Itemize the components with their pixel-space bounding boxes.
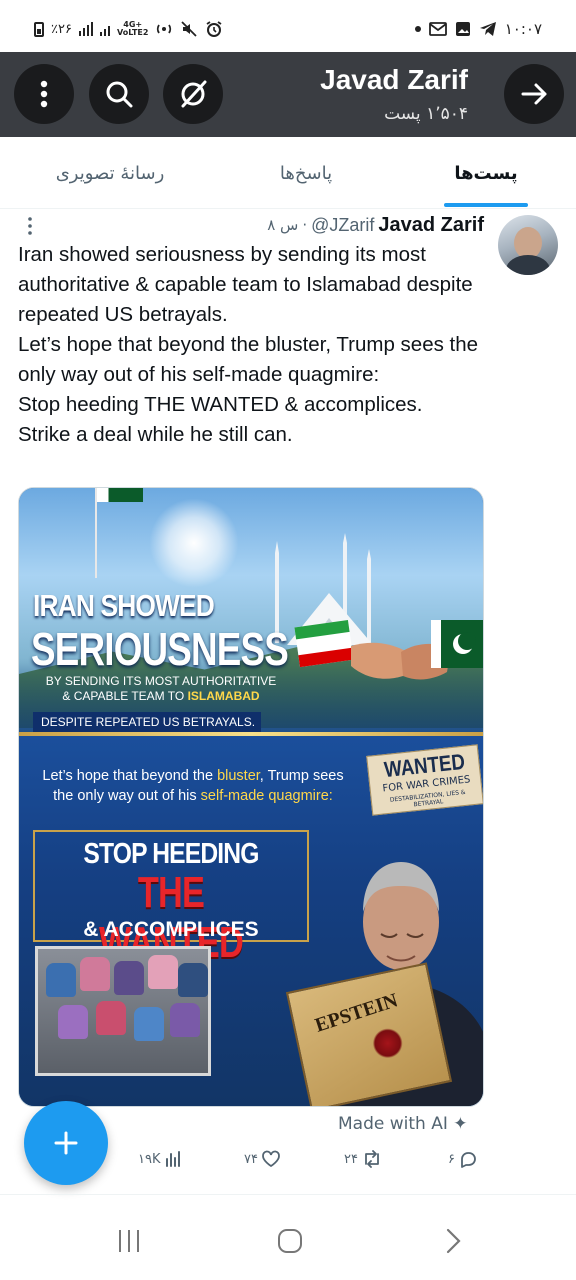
views-count: ۱۹K xyxy=(138,1151,161,1167)
more-vertical-icon xyxy=(40,80,48,108)
image-headline-2: SERIOUSNESS xyxy=(31,623,289,675)
post-time[interactable]: ۸ س xyxy=(267,216,298,234)
status-right: ۱۰:۰۷ xyxy=(414,20,542,38)
folder-stain xyxy=(369,1025,406,1062)
mute-icon xyxy=(181,21,198,37)
handshake-illustration xyxy=(294,620,483,680)
repost-button[interactable]: ۲۴ xyxy=(344,1150,383,1168)
post-more-icon[interactable] xyxy=(27,216,33,236)
heart-icon xyxy=(262,1150,280,1168)
signal-icon xyxy=(78,22,93,36)
backpack xyxy=(46,963,76,997)
search-button[interactable] xyxy=(89,64,149,124)
back-button[interactable] xyxy=(504,64,564,124)
battery-percent: ٪۲۶ xyxy=(51,21,72,37)
backpack xyxy=(114,961,144,995)
post-meta: ۸ س · @JZarif Javad Zarif xyxy=(267,210,484,240)
battery-icon xyxy=(34,21,44,37)
avatar[interactable] xyxy=(498,215,558,275)
backpack xyxy=(134,1007,164,1041)
backpack xyxy=(58,1005,88,1039)
like-button[interactable]: ۷۴ xyxy=(244,1150,281,1168)
telegram-icon xyxy=(479,22,496,36)
post-image[interactable]: IRAN SHOWED SERIOUSNESS BY SENDING ITS M… xyxy=(18,487,484,1107)
image-hope-quagmire: self-made quagmire: xyxy=(200,788,333,804)
made-with-ai-label[interactable]: Made with AI ✦ xyxy=(338,1114,468,1134)
gmail-icon xyxy=(428,22,447,36)
stop-box: STOP HEEDING THE WANTED & ACCOMPLICES xyxy=(33,830,309,967)
alarm-icon xyxy=(206,21,222,37)
author-name[interactable]: Javad Zarif xyxy=(378,214,484,237)
plus-icon xyxy=(54,1131,78,1155)
arrow-right-icon xyxy=(521,83,547,105)
active-tab-indicator xyxy=(444,203,528,207)
status-left: ٪۲۶ 4G+ VoLTE2 xyxy=(34,20,223,38)
image-hope-text: Let’s hope that beyond the bluster, Trum… xyxy=(33,766,353,806)
backpacks-photo xyxy=(35,946,211,1076)
status-bar: ٪۲۶ 4G+ VoLTE2 ۱۰:۰۷ xyxy=(0,0,576,52)
ai-label-text: Made with AI xyxy=(338,1114,448,1134)
home-icon[interactable] xyxy=(277,1226,303,1256)
tab-posts[interactable]: پست‌ها xyxy=(416,137,556,209)
post-count: ۱٬۵۰۴ پست xyxy=(384,104,468,124)
views-icon xyxy=(165,1151,180,1167)
back-nav-icon[interactable] xyxy=(440,1226,466,1256)
image-accomplices-text: & ACCOMPLICES xyxy=(83,918,259,941)
image-headline-1: IRAN SHOWED xyxy=(33,588,215,623)
system-nav-bar xyxy=(0,1210,576,1280)
image-hope-bluster: bluster xyxy=(217,768,260,784)
image-sun xyxy=(149,498,239,588)
tab-replies[interactable]: پاسخ‌ها xyxy=(236,137,376,209)
reply-button[interactable]: ۶ xyxy=(448,1150,478,1168)
signal-icon-2 xyxy=(99,22,110,36)
image-despite-text: DESPITE REPEATED US BETRAYALS. xyxy=(33,712,261,732)
image-hope-a: Let’s hope that beyond the xyxy=(42,768,218,784)
profile-name: Javad Zarif xyxy=(320,64,468,95)
pakistan-flag-icon xyxy=(97,488,143,502)
replies-count: ۶ xyxy=(448,1151,455,1167)
gallery-icon xyxy=(455,22,470,36)
backpack xyxy=(80,957,110,991)
profile-tabs: پست‌ها پاسخ‌ها رسانهٔ تصویری xyxy=(0,137,576,209)
backpack xyxy=(148,955,178,989)
sparkle-icon: ✦ xyxy=(453,1114,468,1134)
image-stop-text: STOP HEEDING xyxy=(83,838,259,870)
backpack xyxy=(178,963,208,997)
wanted-poster: WANTED FOR WAR CRIMES DESTABILIZATION, L… xyxy=(366,744,483,816)
recent-apps-icon[interactable] xyxy=(116,1226,142,1256)
bottom-divider xyxy=(0,1194,576,1195)
views-button[interactable]: ۱۹K xyxy=(138,1150,182,1168)
grok-icon xyxy=(181,80,207,108)
author-handle[interactable]: @JZarif xyxy=(311,215,374,236)
meta-separator: · xyxy=(302,216,308,234)
notification-dot-icon xyxy=(414,26,421,32)
tab-media[interactable]: رسانهٔ تصویری xyxy=(30,137,190,209)
post-text: Iran showed seriousness by sending its m… xyxy=(18,243,479,446)
search-icon xyxy=(106,81,133,108)
backpack xyxy=(170,1003,200,1037)
hotspot-icon xyxy=(157,24,172,34)
backpack xyxy=(96,1001,126,1035)
network-type: 4G+ VoLTE2 xyxy=(116,20,149,37)
more-options-button[interactable] xyxy=(14,64,74,124)
reposts-count: ۲۴ xyxy=(344,1151,358,1167)
image-sending-city: ISLAMABAD xyxy=(187,689,260,703)
profile-header: Javad Zarif ۱٬۵۰۴ پست xyxy=(0,52,576,137)
compose-button[interactable] xyxy=(24,1101,108,1185)
clock: ۱۰:۰۷ xyxy=(504,20,542,38)
likes-count: ۷۴ xyxy=(244,1151,258,1167)
image-sending-text: BY SENDING ITS MOST AUTHORITATIVE & CAPA… xyxy=(41,674,281,704)
reply-icon xyxy=(461,1152,476,1168)
grok-button[interactable] xyxy=(163,64,223,124)
repost-icon xyxy=(365,1150,379,1168)
